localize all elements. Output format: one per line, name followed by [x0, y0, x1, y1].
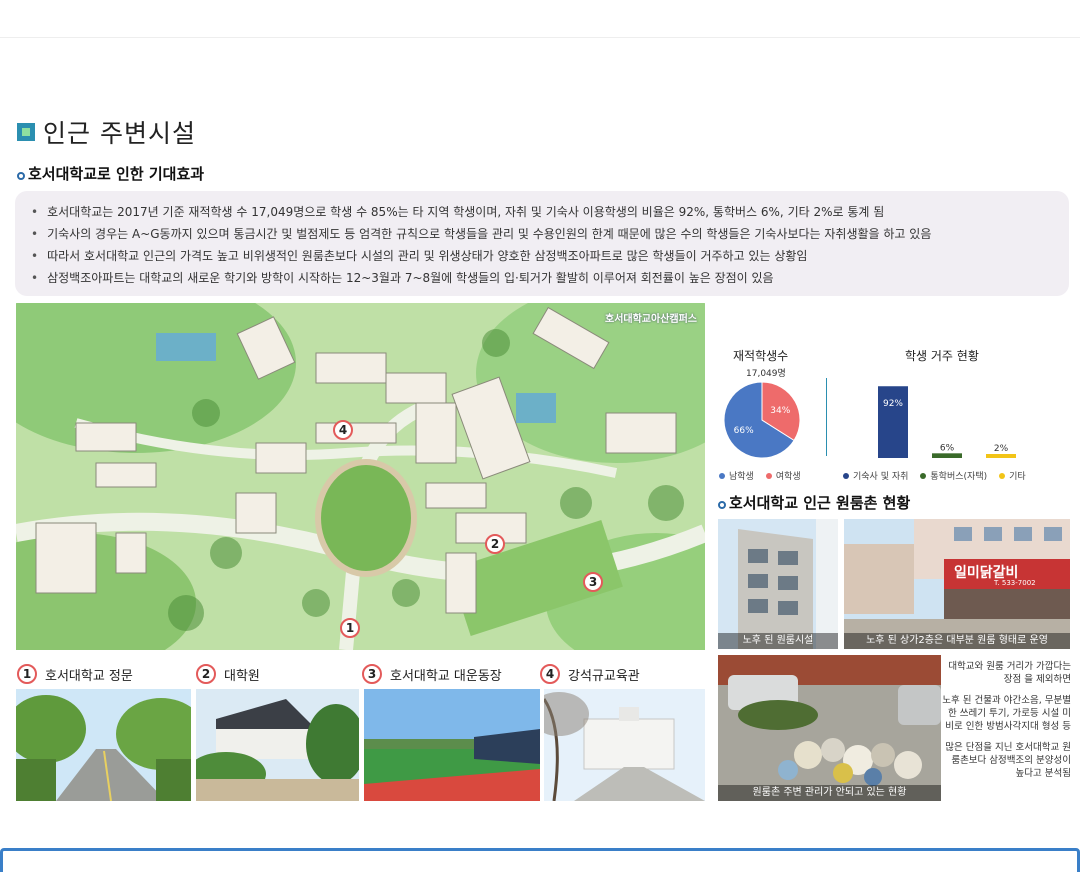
top-divider: [0, 37, 1080, 38]
pie-chart: 66% 34%: [723, 381, 801, 459]
effects-bullet: 삼정백조아파트는 대학교의 새로운 학기와 방학이 시작하는 12~3월과 7~…: [31, 267, 1053, 289]
effects-bullet: 호서대학교는 2017년 기준 재적학생 수 17,049명으로 학생 수 85…: [31, 201, 1053, 223]
effects-info-box: 호서대학교는 2017년 기준 재적학생 수 17,049명으로 학생 수 85…: [15, 191, 1069, 296]
photo-graduate-school: [196, 689, 359, 801]
bar-label-1: 6%: [940, 443, 955, 453]
place-name: 호서대학교 대운동장: [390, 668, 502, 684]
map-label: 호서대학교아산캠퍼스: [605, 314, 697, 325]
effects-bullet: 기숙사의 경우는 A~G동까지 있으며 통금시간 및 벌점제도 등 엄격한 규칙…: [31, 223, 1053, 245]
bar-legend: 기숙사 및 자취 통학버스(자택) 기타: [843, 469, 1038, 482]
effects-subheading: 호서대학교로 인한 기대효과: [17, 163, 204, 184]
chart-divider: [826, 378, 827, 456]
bar-chart-title: 학생 거주 현황: [905, 349, 979, 363]
pie-chart-title: 재적학생수: [733, 349, 789, 363]
stadium-image: [364, 689, 540, 801]
photo-stadium: [364, 689, 540, 801]
rooms-subheading: 호서대학교 인근 원룸촌 현황: [718, 492, 910, 513]
garbage-image: [718, 655, 941, 801]
section-heading: 인근 주변시설: [17, 114, 196, 150]
photo-education-hall: [544, 689, 705, 801]
legend-label-dorm: 기숙사 및 자취: [853, 472, 909, 482]
place-name: 강석규교육관: [568, 668, 640, 684]
place-number: 4: [540, 664, 560, 684]
photo-garbage: 원룸촌 주변 관리가 안되고 있는 현황: [718, 655, 941, 801]
rooms-subtitle: 호서대학교 인근 원룸촌 현황: [729, 494, 911, 512]
map-marker-2[interactable]: 2: [485, 534, 505, 554]
shop-phone: T. 533-7002: [994, 579, 1036, 587]
section-title: 인근 주변시설: [43, 119, 196, 148]
place-caption-3: 3 호서대학교 대운동장: [362, 664, 502, 684]
map-marker-3[interactable]: 3: [583, 572, 603, 592]
photo-main-gate: [16, 689, 191, 801]
photo-old-oneroom: 노후 된 원룸시설: [718, 519, 838, 649]
pie-label-0: 66%: [734, 426, 754, 436]
photo-caption: 원룸촌 주변 관리가 안되고 있는 현황: [718, 785, 941, 801]
bottom-panel: [0, 848, 1080, 872]
place-number: 2: [196, 664, 216, 684]
legend-label-other: 기타: [1009, 472, 1026, 482]
shops-image: [844, 519, 1070, 649]
photo-shops: 일미닭갈비 T. 533-7002 노후 된 상가2층은 대부분 원룸 형태로 …: [844, 519, 1070, 649]
bar-2: [986, 454, 1016, 458]
bar-label-2: 2%: [994, 444, 1009, 454]
legend-dot-male: [719, 472, 725, 479]
effects-bullet: 따라서 호서대학교 인근의 가격도 높고 비위생적인 원룸촌보다 시설의 관리 …: [31, 245, 1053, 267]
place-caption-1: 1 호서대학교 정문: [17, 664, 133, 684]
old-oneroom-image: [718, 519, 838, 649]
legend-label-bus: 통학버스(자택): [930, 472, 988, 482]
legend-dot-dorm: [843, 472, 849, 479]
bar-0: [878, 386, 908, 458]
pie-label-1: 34%: [770, 406, 790, 416]
photo-caption: 노후 된 원룸시설: [718, 633, 838, 649]
map-marker-4[interactable]: 4: [333, 420, 353, 440]
legend-dot-female: [765, 472, 772, 479]
graduate-school-image: [196, 689, 359, 801]
pie-chart-subtitle: 17,049명: [746, 369, 786, 379]
legend-label-female: 여학생: [775, 472, 801, 482]
ring-bullet-icon: [718, 501, 726, 509]
main-gate-image: [16, 689, 191, 801]
campus-map: 호서대학교아산캠퍼스 4 2 3 1: [16, 303, 705, 650]
place-caption-2: 2 대학원: [196, 664, 260, 684]
campus-map-illustration: [16, 303, 705, 650]
legend-dot-bus: [920, 472, 927, 479]
side-paragraph: 노후 된 건물과 야간소음, 무분별한 쓰레기 투기, 가로등 시설 미비로 인…: [942, 695, 1071, 732]
place-number: 1: [17, 664, 37, 684]
pie-legend: 남학생 여학생: [719, 469, 813, 482]
legend-label-male: 남학생: [729, 472, 754, 482]
place-number: 3: [362, 664, 382, 684]
map-marker-1[interactable]: 1: [340, 618, 360, 638]
legend-dot-other: [999, 472, 1006, 479]
section-square-icon: [17, 123, 35, 141]
side-paragraph: 많은 단점을 지닌 호서대학교 원룸촌보다 삼정백조의 분양성이 높다고 분석됨: [945, 742, 1071, 779]
bar-1: [932, 453, 962, 458]
side-description: 대학교와 원룸 거리가 가깝다는장점 을 제외하면 노후 된 건물과 야간소음,…: [940, 660, 1071, 788]
side-paragraph: 대학교와 원룸 거리가 가깝다는장점 을 제외하면: [948, 661, 1071, 685]
place-name: 대학원: [224, 668, 260, 684]
bar-label-0: 92%: [883, 399, 903, 409]
place-caption-4: 4 강석규교육관: [540, 664, 640, 684]
ring-bullet-icon: [17, 172, 25, 180]
place-name: 호서대학교 정문: [45, 668, 133, 684]
photo-caption: 노후 된 상가2층은 대부분 원룸 형태로 운영: [844, 633, 1070, 649]
education-hall-image: [544, 689, 705, 801]
effects-subtitle: 호서대학교로 인한 기대효과: [28, 165, 205, 183]
bar-chart: 92% 6% 2%: [878, 386, 1016, 458]
